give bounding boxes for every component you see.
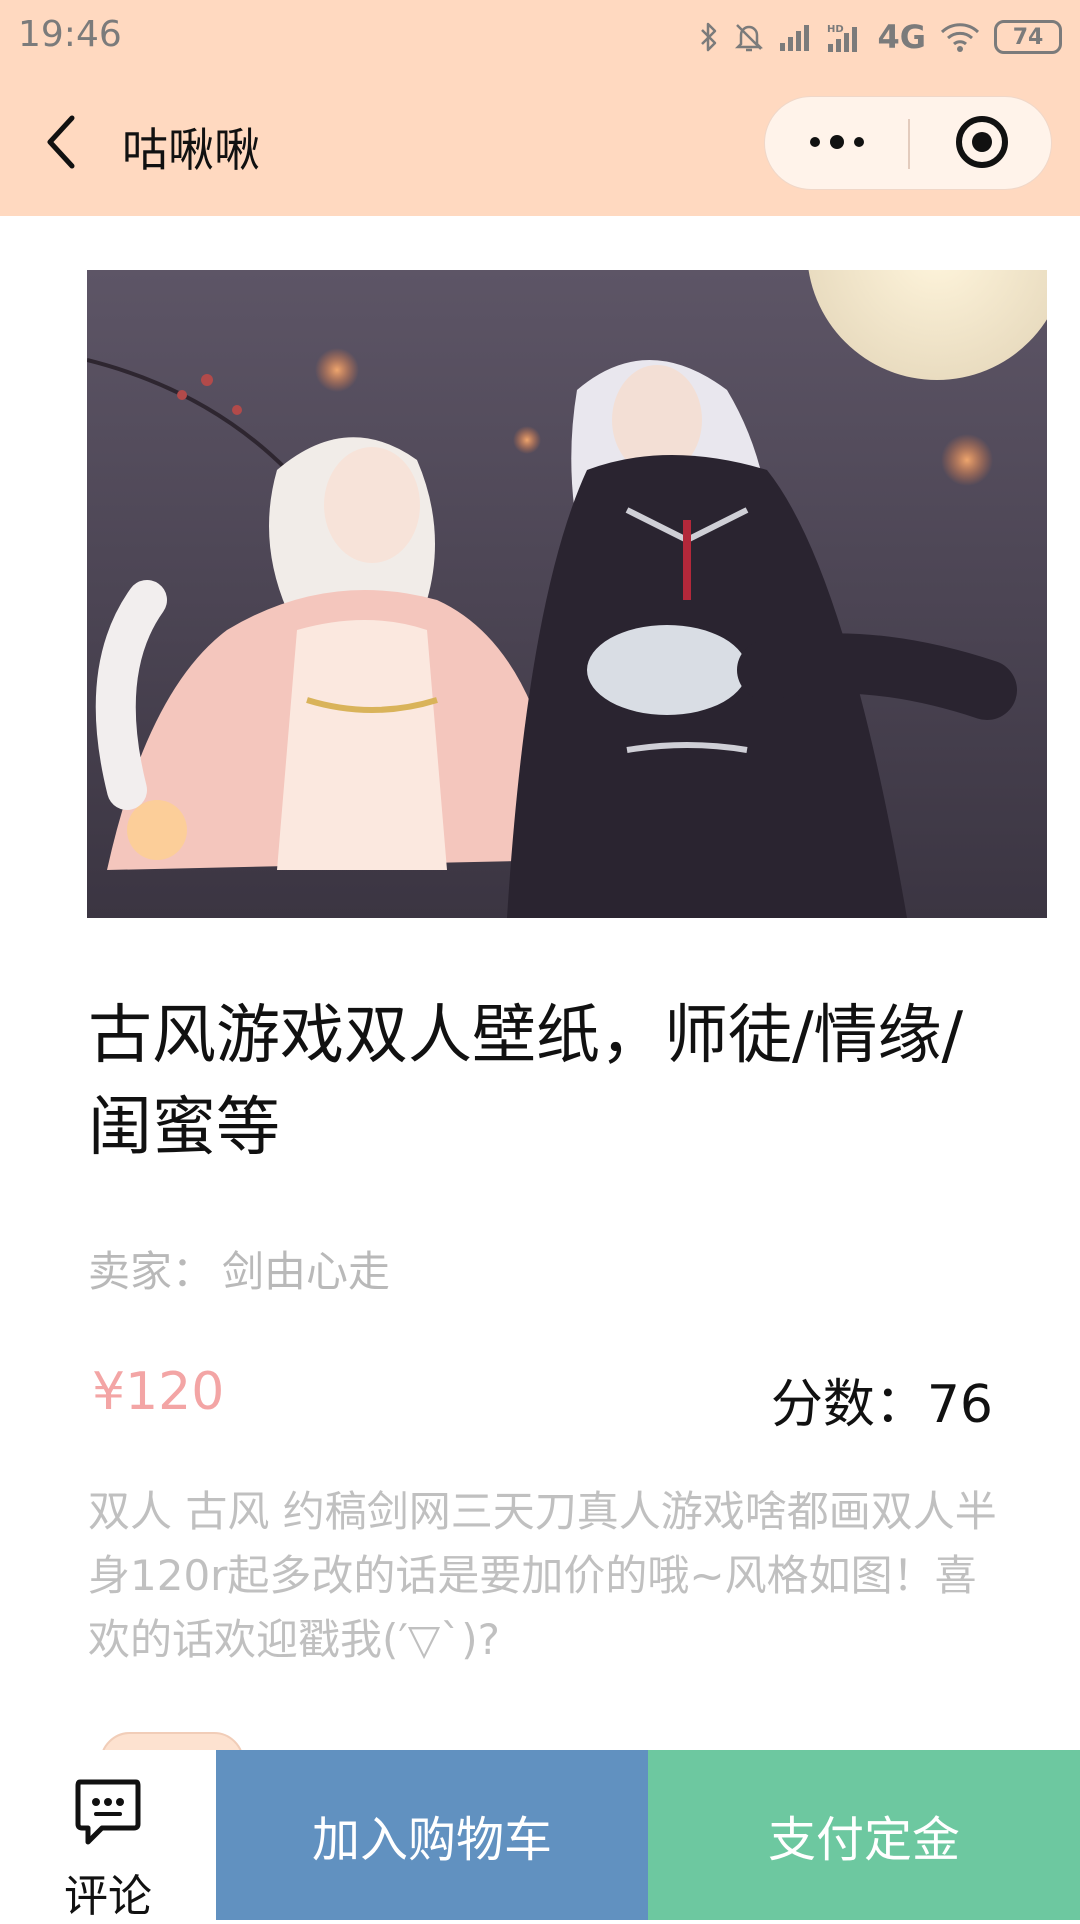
target-close-icon (954, 114, 1010, 174)
nav-bar: 咕啾啾 (0, 74, 1080, 216)
product-description: 双人 古风 约稿剑网三天刀真人游戏啥都画双人半身120r起多改的话是要加价的哦~… (88, 1487, 997, 1664)
status-time: 19:46 (18, 14, 122, 55)
close-button[interactable] (910, 97, 1053, 191)
svg-text:HD: HD (827, 24, 844, 35)
comment-button[interactable]: 评论 (0, 1750, 216, 1922)
product-title: 古风游戏双人壁纸，师徒/情缘/闺蜜等 (88, 999, 964, 1165)
seller-label: 卖家： (88, 1247, 215, 1296)
bell-off-icon (733, 21, 765, 53)
more-button[interactable] (765, 97, 908, 191)
pay-deposit-button[interactable]: 支付定金 (648, 1750, 1080, 1920)
hd-signal-icon: HD (827, 22, 863, 52)
back-button[interactable] (30, 112, 94, 176)
more-dots-icon (807, 134, 867, 154)
mini-program-capsule (764, 96, 1052, 190)
network-label: 4G (877, 18, 926, 56)
comment-bubble-icon (74, 1778, 142, 1852)
bluetooth-icon (699, 21, 719, 53)
score-value: 76 (926, 1375, 993, 1435)
signal-icon (779, 23, 813, 51)
price: ¥120 (92, 1362, 225, 1422)
illustration-artwork (87, 270, 1047, 918)
status-bar: 19:46 HD 4G 74 (0, 0, 1080, 74)
chevron-left-icon (42, 114, 82, 174)
add-to-cart-button[interactable]: 加入购物车 (216, 1750, 648, 1920)
comment-label: 评论 (64, 1871, 152, 1922)
page-title: 咕啾啾 (122, 123, 260, 177)
bottom-action-bar: 评论 加入购物车 支付定金 (0, 1750, 1080, 1922)
battery-icon: 74 (994, 20, 1062, 54)
score-label: 分数： (770, 1375, 927, 1435)
product-image[interactable] (87, 270, 1047, 918)
seller-name[interactable]: 剑由心走 (222, 1247, 390, 1296)
status-icons: HD 4G 74 (699, 16, 1062, 58)
score: 分数：76 (771, 1362, 993, 1437)
wifi-icon (940, 22, 980, 52)
seller-info: 卖家： 剑由心走 (88, 1238, 390, 1299)
